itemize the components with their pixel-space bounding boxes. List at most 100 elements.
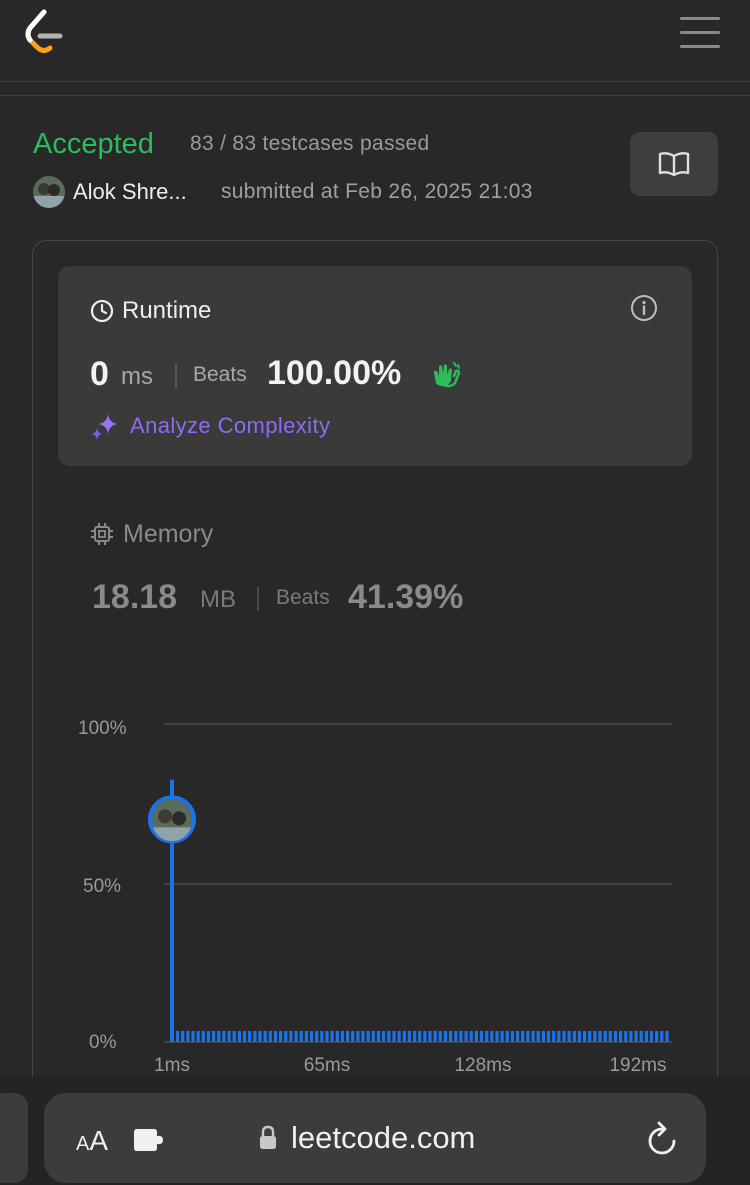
chart-bar[interactable] [624,1030,628,1042]
chart-bar[interactable] [232,1030,236,1042]
chart-bar[interactable] [449,1030,453,1042]
chart-bar[interactable] [413,1030,417,1042]
chart-bar[interactable] [217,1030,221,1042]
chart-bar[interactable] [562,1030,566,1042]
chart-bar[interactable] [479,1030,484,1042]
chart-bar[interactable] [634,1030,638,1042]
chart-bar[interactable] [490,1030,494,1042]
url-text[interactable]: leetcode.com [291,1120,475,1156]
chart-bar[interactable] [237,1030,241,1042]
user-marker[interactable] [148,795,196,844]
chart-bar[interactable] [181,1030,185,1042]
chart-bar[interactable] [222,1030,226,1042]
chart-bar[interactable] [541,1030,545,1042]
chart-bar[interactable] [557,1030,561,1042]
chart-bar[interactable] [392,1030,396,1042]
chart-bar[interactable] [304,1030,308,1042]
chart-bar[interactable] [588,1030,592,1042]
chart-bar[interactable] [433,1030,437,1042]
chart-bar[interactable] [356,1030,360,1042]
chart-bar[interactable] [655,1030,659,1042]
chart-bar[interactable] [206,1030,211,1042]
chart-bar[interactable] [649,1030,654,1042]
chart-bar[interactable] [376,1030,381,1042]
chart-bar[interactable] [196,1030,200,1042]
chart-bar[interactable] [418,1030,422,1042]
chart-bar[interactable] [583,1030,587,1042]
chart-bar[interactable] [660,1030,664,1042]
chart-bar[interactable] [279,1030,283,1042]
chart-bar[interactable] [644,1030,648,1042]
chart-bar[interactable] [665,1030,669,1042]
chart-bar[interactable] [428,1030,432,1042]
chart-bar[interactable] [340,1030,344,1042]
chart-bar[interactable] [371,1030,375,1042]
chart-bar[interactable] [366,1030,370,1042]
chart-bar[interactable] [330,1030,334,1042]
chart-bar[interactable] [387,1030,391,1042]
chart-bar[interactable] [454,1030,458,1042]
chart-bar[interactable] [294,1030,298,1042]
chart-bar[interactable] [248,1030,252,1042]
chart-bar[interactable] [546,1030,551,1042]
chart-bar[interactable] [438,1030,442,1042]
chart-bar[interactable] [603,1030,607,1042]
chart-bar[interactable] [443,1030,448,1042]
chart-bar[interactable] [516,1030,520,1042]
chart-bar[interactable] [325,1030,329,1042]
chart-bar[interactable] [253,1030,257,1042]
chart-bar[interactable] [407,1030,411,1042]
chart-bar[interactable] [593,1030,597,1042]
chart-bar[interactable] [598,1030,602,1042]
chart-bar[interactable] [289,1030,293,1042]
runtime-distribution-chart[interactable]: 100% 50% 0% 1ms 65ms 128ms 192ms [0,0,750,1077]
chart-bar[interactable] [382,1030,386,1042]
chart-bar[interactable] [474,1030,478,1042]
chart-bar[interactable] [423,1030,427,1042]
chart-bar[interactable] [567,1030,571,1042]
chart-bar[interactable] [495,1030,499,1042]
chart-bar[interactable] [526,1030,530,1042]
chart-bar[interactable] [212,1030,216,1042]
chart-bar[interactable] [258,1030,262,1042]
chart-bar[interactable] [536,1030,540,1042]
chart-bar[interactable] [485,1030,489,1042]
chart-bar[interactable] [469,1030,473,1042]
chart-bar[interactable] [242,1030,247,1042]
chart-bar[interactable] [500,1030,504,1042]
chart-bar[interactable] [572,1030,576,1042]
chart-bar[interactable] [227,1030,231,1042]
chart-bar[interactable] [191,1030,195,1042]
chart-bar[interactable] [268,1030,272,1042]
text-size-button[interactable]: AA [76,1125,108,1157]
chart-bar[interactable] [186,1030,190,1042]
chart-bar[interactable] [176,1030,180,1042]
chart-bar[interactable] [397,1030,401,1042]
chart-bar[interactable] [613,1030,618,1042]
puzzle-icon[interactable] [132,1126,166,1154]
chart-bar[interactable] [361,1030,365,1042]
chart-bar[interactable] [351,1030,355,1042]
chart-bar[interactable] [459,1030,463,1042]
chart-bar[interactable] [299,1030,303,1042]
chart-bar[interactable] [619,1030,623,1042]
chart-bar[interactable] [608,1030,612,1042]
chart-bar[interactable] [629,1030,633,1042]
chart-bar[interactable] [521,1030,525,1042]
previous-tab[interactable] [0,1093,28,1183]
chart-bar[interactable] [284,1030,288,1042]
chart-bar[interactable] [577,1030,581,1042]
chart-bar[interactable] [402,1030,406,1042]
chart-bar[interactable] [346,1030,350,1042]
chart-bar[interactable] [201,1030,205,1042]
chart-bar[interactable] [263,1030,267,1042]
chart-bar[interactable] [505,1030,509,1042]
chart-bar[interactable] [335,1030,339,1042]
chart-bar[interactable] [510,1030,514,1042]
chart-bar[interactable] [464,1030,468,1042]
chart-bar[interactable] [531,1030,535,1042]
chart-bar[interactable] [639,1030,643,1042]
chart-bar[interactable] [315,1030,319,1042]
chart-bar[interactable] [309,1030,314,1042]
reload-icon[interactable] [644,1120,680,1158]
